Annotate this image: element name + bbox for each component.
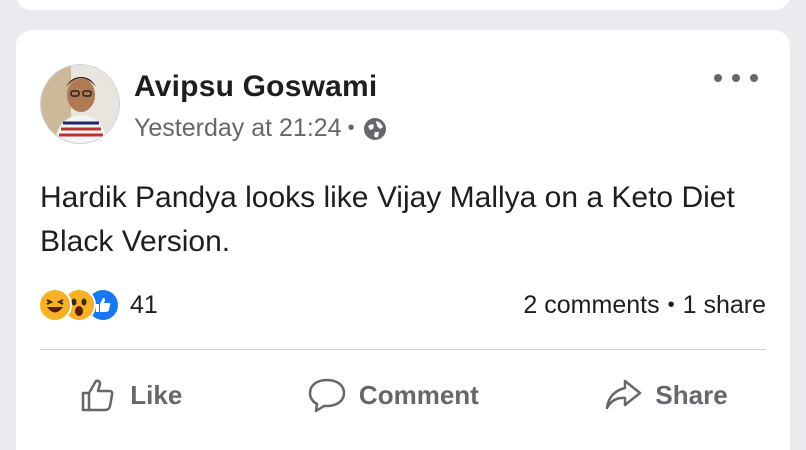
more-dot: [732, 74, 740, 82]
like-button[interactable]: Like: [78, 375, 182, 415]
post-timestamp[interactable]: Yesterday at 21:24: [134, 114, 342, 143]
reaction-count: 41: [130, 290, 158, 319]
share-button[interactable]: Share: [603, 375, 728, 415]
post-card: Avipsu Goswami Yesterday at 21:24 • Hard…: [16, 30, 790, 450]
more-options-icon[interactable]: [714, 66, 758, 90]
engagement-stats: 2 comments • 1 share: [523, 288, 766, 322]
action-bar: Like Comment Share: [16, 370, 790, 420]
author-name[interactable]: Avipsu Goswami: [134, 70, 377, 104]
previous-post-card: [16, 0, 790, 10]
avatar[interactable]: [40, 64, 120, 144]
thumbs-up-icon: [82, 379, 114, 412]
comment-icon: [308, 378, 346, 413]
more-dot: [750, 74, 758, 82]
comment-label: Comment: [358, 379, 479, 410]
comment-button[interactable]: Comment: [307, 375, 479, 415]
more-dot: [714, 74, 722, 82]
avatar-photo: [41, 65, 119, 143]
like-label: Like: [130, 379, 183, 410]
haha-emoji-icon: [38, 288, 72, 322]
meta-separator: •: [347, 117, 355, 139]
post-body: Hardik Pandya looks like Vijay Mallya on…: [40, 181, 735, 258]
share-icon: [606, 379, 642, 410]
shares-count-link[interactable]: 1 share: [683, 291, 766, 320]
stats-separator: •: [667, 293, 675, 316]
post-meta: Yesterday at 21:24 •: [134, 114, 387, 143]
reactions-summary[interactable]: 41: [38, 288, 158, 322]
divider: [40, 349, 766, 350]
share-label: Share: [655, 379, 728, 410]
globe-icon: [363, 117, 386, 140]
comments-count-link[interactable]: 2 comments: [523, 291, 659, 320]
